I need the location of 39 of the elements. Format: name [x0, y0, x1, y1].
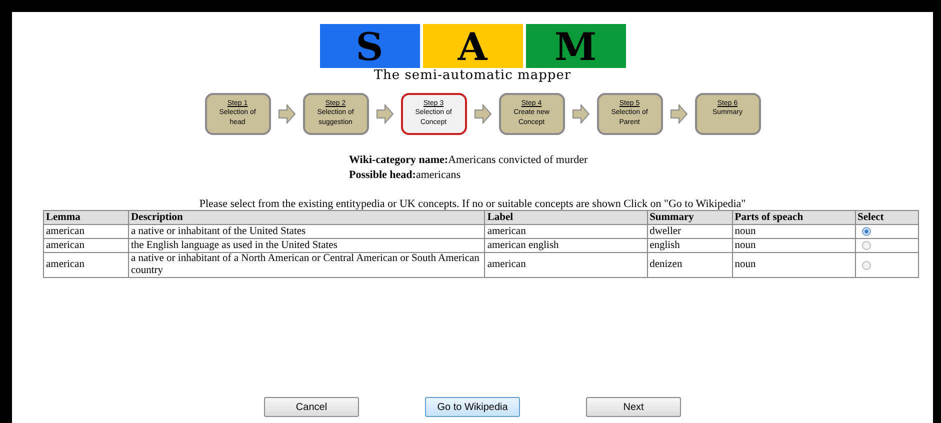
table-cell: denizen	[647, 252, 732, 278]
table-cell: american	[44, 252, 128, 278]
arrow-icon	[670, 104, 688, 124]
table-cell: noun	[732, 224, 856, 238]
column-header: Select	[855, 210, 918, 224]
column-header: Parts of speach	[732, 210, 856, 224]
table-cell: american	[484, 224, 648, 238]
table-cell: noun	[732, 238, 856, 252]
action-button[interactable]: Go to Wikipedia	[425, 397, 520, 417]
arrow-icon	[376, 104, 394, 124]
column-header: Label	[484, 210, 648, 224]
logo-letter: M	[526, 24, 626, 68]
table-cell: american	[44, 238, 128, 252]
arrow-icon	[474, 104, 492, 124]
logo-tagline: The semi-automatic mapper	[374, 68, 572, 83]
column-header: Lemma	[44, 210, 128, 224]
arrow-icon	[572, 104, 590, 124]
column-header: Summary	[647, 210, 732, 224]
table-cell: dweller	[647, 224, 732, 238]
table-cell: a native or inhabitant of the United States	[128, 224, 485, 238]
info-line: Possible head:americans	[349, 168, 462, 183]
info-line: Wiki-category name:Americans convicted of murder	[349, 153, 588, 168]
action-button[interactable]: Next	[586, 397, 681, 417]
table-cell: english	[647, 238, 732, 252]
table-cell: the English language as used in the United States	[128, 238, 485, 252]
table-cell: noun	[732, 252, 856, 278]
select-radio[interactable]	[862, 241, 871, 250]
table-cell: american english	[484, 238, 648, 252]
select-radio[interactable]	[862, 260, 871, 270]
select-radio[interactable]	[862, 227, 871, 236]
instruction-text: Please select from the existing entitypedia or UK concepts. If no or suitable concepts are shown Click on "Go to Wikipedia"	[199, 198, 746, 210]
table-cell: a native or inhabitant of a North American or Central American or South American country	[128, 252, 485, 278]
logo-letter: S	[320, 24, 420, 68]
logo-letter: A	[422, 24, 522, 68]
table-cell: american	[44, 224, 128, 238]
column-header: Description	[128, 210, 485, 224]
action-button[interactable]: Cancel	[264, 397, 359, 417]
table-cell: american	[484, 252, 648, 278]
arrow-icon	[278, 104, 296, 124]
